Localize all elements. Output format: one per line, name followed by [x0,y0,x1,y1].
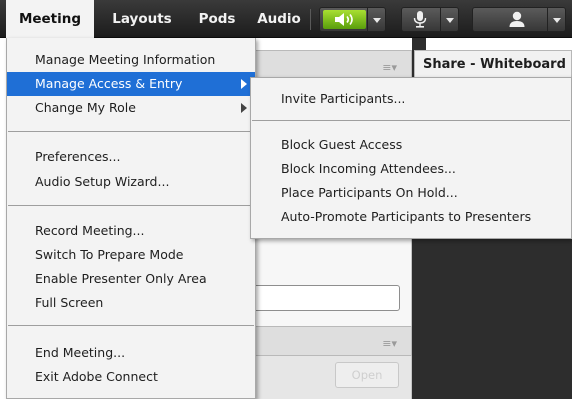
meeting-menu: Manage Meeting Information Manage Access… [6,38,256,399]
menu-pods[interactable]: Pods [188,0,246,38]
microphone-dropdown-arrow[interactable] [440,8,458,31]
menu-separator [8,205,254,206]
pod-options-icon[interactable]: ≡▾ [382,61,397,74]
share-pod-title: Share - Whiteboard [414,50,572,78]
menu-meeting[interactable]: Meeting [6,0,94,38]
submenu-item-block-guest-access[interactable]: Block Guest Access [251,133,571,157]
menu-item-label: Manage Access & Entry [35,76,183,91]
menubar: Meeting Layouts Pods Audio [0,0,572,38]
microphone-button[interactable] [401,7,459,32]
speaker-dropdown-arrow[interactable] [367,8,385,31]
user-status-button[interactable] [472,7,566,32]
user-dropdown-arrow[interactable] [547,8,565,31]
pod-header: ≡▾ [250,50,412,78]
menu-separator [252,120,570,121]
menu-item-manage-access-entry[interactable]: Manage Access & Entry [7,72,255,96]
menu-separator [8,131,254,132]
menu-item-manage-meeting-information[interactable]: Manage Meeting Information [7,48,255,72]
submenu-item-place-participants-on-hold[interactable]: Place Participants On Hold... [251,181,571,205]
chat-input[interactable] [253,285,400,311]
submenu-item-invite-participants[interactable]: Invite Participants... [251,87,571,111]
speaker-button[interactable] [319,7,386,32]
menu-layouts[interactable]: Layouts [100,0,184,38]
menu-item-enable-presenter-only-area[interactable]: Enable Presenter Only Area [7,267,255,291]
toolbar-separator [310,9,311,30]
pod-options-icon[interactable]: ≡▾ [382,337,397,350]
microphone-icon [411,10,429,29]
submenu-item-auto-promote-participants[interactable]: Auto-Promote Participants to Presenters [251,205,571,229]
menu-item-switch-to-prepare-mode[interactable]: Switch To Prepare Mode [7,243,255,267]
menu-item-change-my-role[interactable]: Change My Role [7,96,255,120]
speaker-icon [323,10,366,29]
files-pod-header: ≡▾ [250,326,412,356]
open-button[interactable]: Open [335,362,399,388]
menu-item-audio-setup-wizard[interactable]: Audio Setup Wizard... [7,170,255,194]
menu-item-label: Change My Role [35,100,136,115]
menu-item-preferences[interactable]: Preferences... [7,145,255,169]
menu-item-full-screen[interactable]: Full Screen [7,291,255,315]
menu-item-record-meeting[interactable]: Record Meeting... [7,219,255,243]
submenu-arrow-icon [241,103,247,113]
menu-item-exit-adobe-connect[interactable]: Exit Adobe Connect [7,365,255,389]
menu-audio[interactable]: Audio [250,0,308,38]
menu-item-end-meeting[interactable]: End Meeting... [7,341,255,365]
access-entry-submenu: Invite Participants... Block Guest Acces… [250,77,572,239]
submenu-item-block-incoming-attendees[interactable]: Block Incoming Attendees... [251,157,571,181]
user-icon [507,10,527,29]
submenu-arrow-icon [241,79,247,89]
menu-separator [8,325,254,326]
